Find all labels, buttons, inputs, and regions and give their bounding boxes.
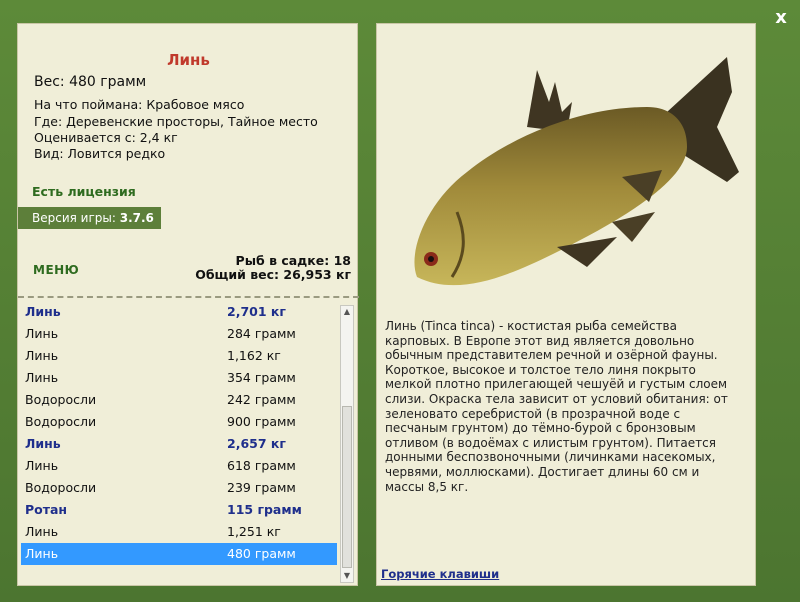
list-item[interactable]: Линь 2,701 кг [21, 301, 337, 323]
list-item[interactable]: Водоросли 900 грамм [21, 411, 337, 433]
fish-description-panel: Линь (Tinca tinca) - костистая рыба семе… [376, 23, 756, 586]
close-icon[interactable]: x [770, 8, 792, 28]
list-item[interactable]: Линь 2,657 кг [21, 433, 337, 455]
catch-weight: 239 грамм [227, 480, 296, 495]
scrollbar[interactable]: ▲ ▼ [340, 305, 354, 583]
fish-weight: Вес: 480 грамм [34, 74, 147, 90]
catch-weight: 618 грамм [227, 458, 296, 473]
location-text: Где: Деревенские просторы, Тайное место [34, 114, 318, 129]
fish-count: Рыб в садке: 18 [235, 253, 351, 268]
hotkeys-link[interactable]: Горячие клавиши [381, 567, 499, 581]
menu-button[interactable]: МЕНЮ [33, 263, 79, 277]
catch-weight: 1,162 кг [227, 348, 281, 363]
catch-name: Линь [25, 546, 59, 561]
catch-name: Водоросли [25, 480, 97, 495]
catch-name: Линь [25, 348, 59, 363]
game-window: x Линь Вес: 480 грамм На что поймана: Кр… [0, 0, 800, 602]
caught-on-text: На что поймана: Крабовое мясо [34, 97, 245, 112]
catch-name: Водоросли [25, 392, 97, 407]
kind-text: Вид: Ловится редко [34, 146, 166, 161]
list-item[interactable]: Линь 1,162 кг [21, 345, 337, 367]
list-item[interactable]: Водоросли 239 грамм [21, 477, 337, 499]
catch-name: Линь [25, 458, 59, 473]
scrollbar-thumb[interactable] [342, 406, 352, 568]
list-item[interactable]: Линь 618 грамм [21, 455, 337, 477]
catch-weight: 1,251 кг [227, 524, 281, 539]
list-item[interactable]: Ротан 115 грамм [21, 499, 337, 521]
catch-weight: 354 грамм [227, 370, 296, 385]
version-label: Версия игры: [32, 211, 116, 225]
catch-weight: 480 грамм [227, 546, 296, 561]
catch-list[interactable]: Линь 2,701 кг Линь 284 грамм Линь 1,162 кг Лин… [21, 301, 337, 584]
catch-stats: Рыб в садке: 18 Общий вес: 26,953 кг [195, 254, 351, 282]
fish-description: Линь (Tinca tinca) - костистая рыба семе… [385, 319, 728, 494]
list-item[interactable]: Линь 480 грамм [21, 543, 337, 565]
catch-name: Линь [25, 304, 61, 319]
catch-weight: 242 грамм [227, 392, 296, 407]
catch-weight: 2,657 кг [227, 436, 286, 451]
catch-name: Линь [25, 524, 59, 539]
fish-info-panel: Линь Вес: 480 грамм На что поймана: Краб… [17, 23, 359, 586]
catch-weight: 2,701 кг [227, 304, 286, 319]
catch-weight: 284 грамм [227, 326, 296, 341]
list-item[interactable]: Линь 284 грамм [21, 323, 337, 345]
list-item[interactable]: Линь 1,251 кг [21, 521, 337, 543]
chevron-down-icon[interactable]: ▼ [341, 570, 353, 582]
fish-title: Линь [167, 51, 210, 69]
list-item[interactable]: Водоросли 242 грамм [21, 389, 337, 411]
catch-name: Водоросли [25, 414, 97, 429]
license-status: Есть лицензия [32, 184, 136, 199]
catch-weight: 115 грамм [227, 502, 302, 517]
catch-name: Линь [25, 436, 61, 451]
version-badge: Версия игры: 3.7.6 [18, 207, 161, 229]
catch-name: Ротан [25, 502, 68, 517]
catch-name: Линь [25, 326, 59, 341]
total-weight: Общий вес: 26,953 кг [195, 267, 351, 282]
list-item[interactable]: Линь 354 грамм [21, 367, 337, 389]
version-value: 3.7.6 [119, 211, 154, 225]
catch-name: Линь [25, 370, 59, 385]
valued-from-text: Оценивается с: 2,4 кг [34, 130, 178, 145]
divider [18, 296, 359, 298]
catch-weight: 900 грамм [227, 414, 296, 429]
chevron-up-icon[interactable]: ▲ [341, 306, 353, 318]
tench-fish-image [414, 57, 739, 286]
